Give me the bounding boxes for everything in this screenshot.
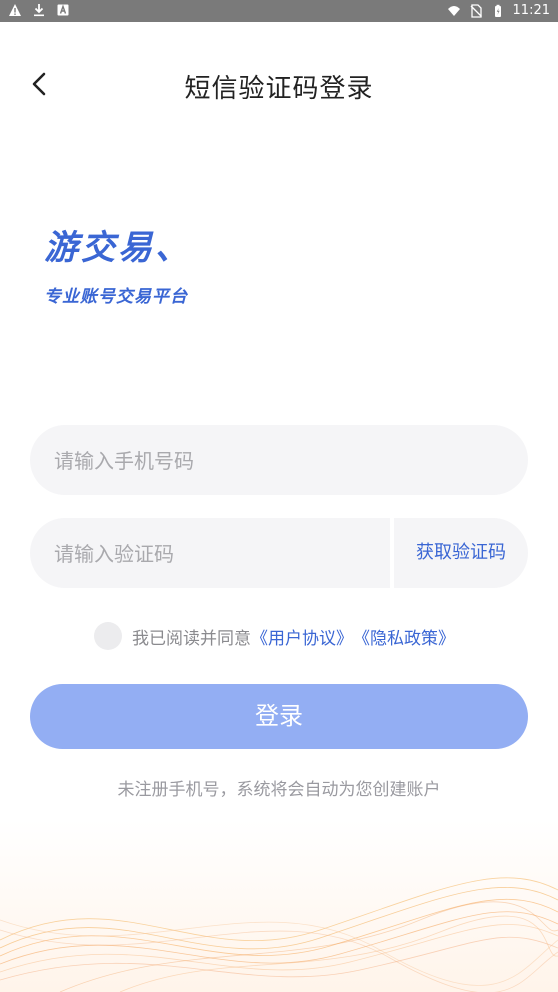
code-field[interactable] (30, 518, 390, 590)
user-agreement-link[interactable]: 《用户协议》 (251, 624, 353, 649)
logo-main-text: 游交易、 (44, 228, 192, 268)
agree-text: 我已阅读并同意 (132, 628, 251, 649)
logo-tagline: 专业账号交易平台 (44, 287, 188, 307)
status-time: 11:21 (512, 3, 550, 18)
privacy-policy-link[interactable]: 《隐私政策》 (353, 624, 455, 649)
decorative-waves (0, 820, 558, 992)
agree-checkbox[interactable] (94, 622, 122, 650)
warning-icon (9, 4, 21, 16)
phone-input[interactable] (52, 425, 496, 497)
page-title: 短信验证码登录 (184, 74, 374, 104)
header: 短信验证码登录 (0, 22, 558, 144)
code-input[interactable] (52, 518, 376, 590)
download-icon (34, 4, 44, 17)
phone-field[interactable] (30, 425, 528, 497)
no-sim-icon (470, 3, 482, 18)
agreement-row: 我已阅读并同意 《用户协议》 《隐私政策》 (94, 622, 455, 650)
get-code-button[interactable]: 获取验证码 (394, 518, 528, 588)
accessibility-icon (57, 4, 69, 16)
signup-note: 未注册手机号，系统将会自动为您创建账户 (117, 780, 441, 800)
login-button[interactable]: 登录 (30, 684, 528, 749)
brand-logo: 游交易、 专业账号交易平台 (44, 228, 192, 307)
status-bar: 11:21 (0, 0, 558, 22)
wifi-icon (447, 5, 460, 16)
battery-icon (494, 4, 501, 17)
